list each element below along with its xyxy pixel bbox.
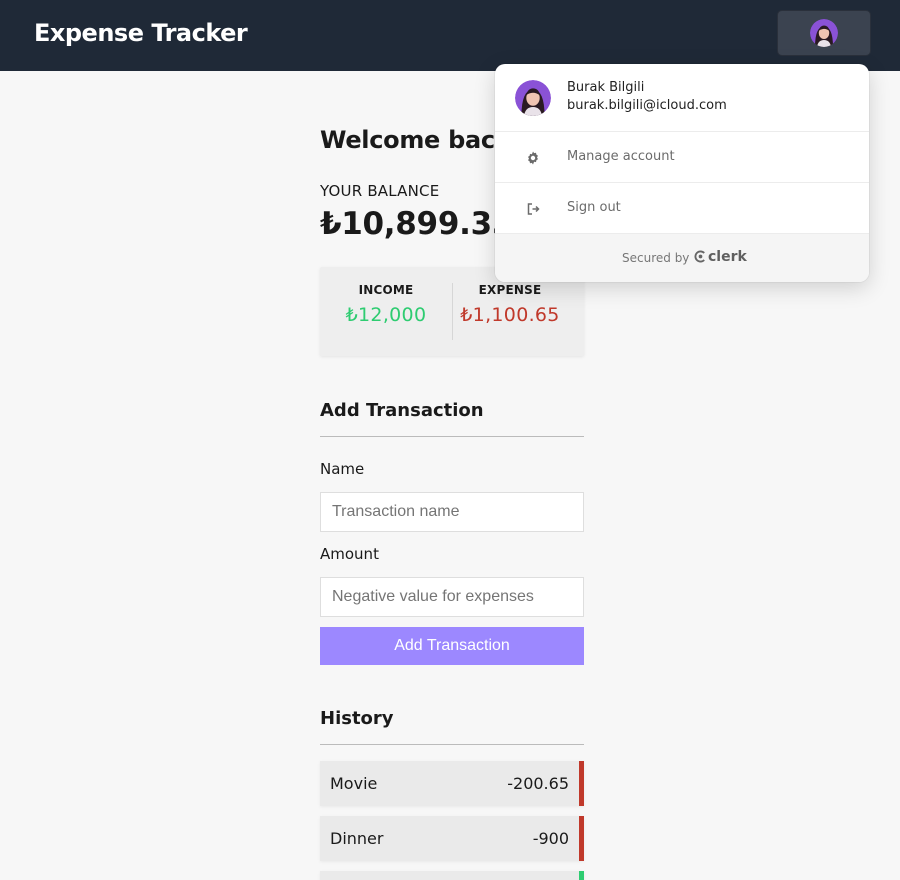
- expense-indicator: [579, 816, 584, 861]
- amount-label: Amount: [320, 545, 379, 563]
- history-item-name: Dinner: [330, 829, 384, 848]
- sign-out-button[interactable]: Sign out: [495, 183, 869, 234]
- secured-by-text: Secured by: [622, 251, 690, 265]
- history-item-name: Movie: [330, 774, 378, 793]
- manage-account-label: Manage account: [567, 149, 675, 164]
- dropdown-user-email: burak.bilgili@icloud.com: [567, 98, 727, 113]
- navbar: Expense Tracker: [0, 0, 900, 71]
- name-label: Name: [320, 460, 365, 478]
- app-title: Expense Tracker: [34, 19, 248, 47]
- add-transaction-button[interactable]: Add Transaction: [320, 627, 584, 665]
- expense-column: EXPENSE ₺1,100.65: [444, 283, 576, 326]
- sign-out-label: Sign out: [567, 200, 621, 215]
- amount-input[interactable]: [320, 577, 584, 617]
- transaction-name-input[interactable]: [320, 492, 584, 532]
- history-item[interactable]: Dinner -900: [320, 816, 584, 861]
- clerk-logo-icon: [694, 250, 705, 263]
- dropdown-user-header: Burak Bilgili burak.bilgili@icloud.com: [495, 64, 869, 132]
- user-avatar-icon: [515, 80, 551, 116]
- expense-label: EXPENSE: [478, 283, 542, 297]
- section-divider: [320, 744, 584, 745]
- history-item-amount: -900: [532, 829, 569, 848]
- history-item-amount: -200.65: [507, 774, 569, 793]
- history-item[interactable]: [320, 871, 584, 880]
- income-label: INCOME: [358, 283, 414, 297]
- user-button[interactable]: [778, 11, 870, 55]
- add-transaction-heading: Add Transaction: [320, 400, 484, 421]
- income-column: INCOME ₺12,000: [320, 283, 452, 326]
- user-dropdown: Burak Bilgili burak.bilgili@icloud.com M…: [495, 64, 869, 282]
- balance-label: YOUR BALANCE: [320, 182, 440, 200]
- income-indicator: [579, 871, 584, 880]
- dropdown-footer: Secured by clerk: [495, 234, 869, 282]
- expense-indicator: [579, 761, 584, 806]
- user-avatar-icon: [810, 19, 838, 47]
- history-heading: History: [320, 708, 394, 729]
- gear-icon: [528, 151, 538, 165]
- income-value: ₺12,000: [345, 304, 427, 326]
- dropdown-user-name: Burak Bilgili: [567, 80, 645, 95]
- history-item[interactable]: Movie -200.65: [320, 761, 584, 806]
- section-divider: [320, 436, 584, 437]
- welcome-heading: Welcome back: [320, 126, 511, 154]
- clerk-brand: clerk: [708, 249, 747, 265]
- sign-out-icon: [527, 203, 540, 215]
- balance-value: ₺10,899.35: [320, 206, 514, 242]
- manage-account-button[interactable]: Manage account: [495, 132, 869, 183]
- expense-value: ₺1,100.65: [460, 304, 560, 326]
